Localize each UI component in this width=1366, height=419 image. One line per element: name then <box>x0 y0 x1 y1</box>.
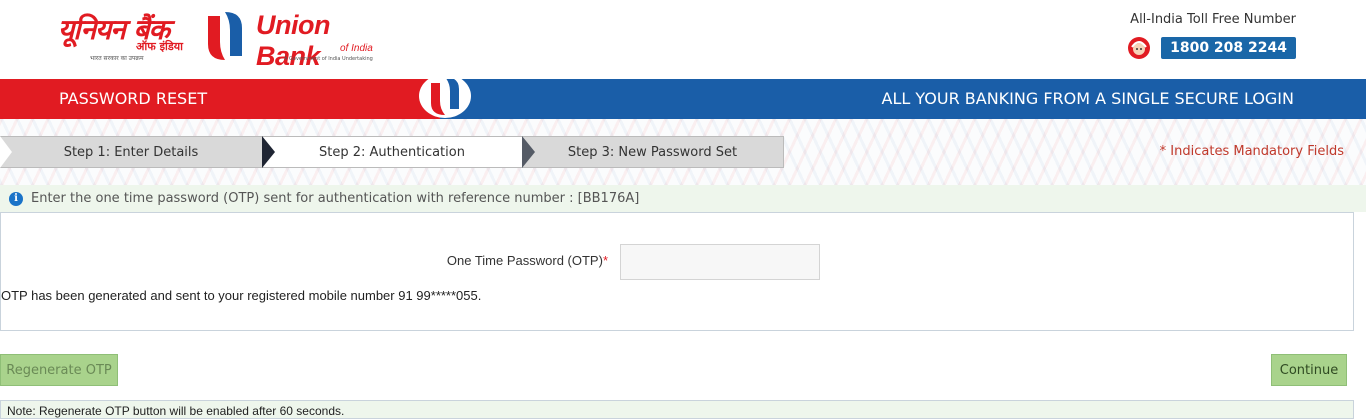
toll-free-number[interactable]: 1800 208 2244 <box>1161 37 1296 59</box>
page-title: PASSWORD RESET <box>59 89 208 108</box>
step-label: Step 1: Enter Details <box>63 144 199 160</box>
logo-english-sub: of India <box>340 43 373 54</box>
mandatory-fields-note: * Indicates Mandatory Fields <box>1159 144 1344 159</box>
otp-sent-message: OTP has been generated and sent to your … <box>1 288 482 303</box>
step-label: Step 2: Authentication <box>319 144 465 160</box>
page-banner: PASSWORD RESET ALL YOUR BANKING FROM A S… <box>0 79 1366 119</box>
required-marker: * <box>602 253 608 268</box>
banner-logo-icon <box>419 79 471 118</box>
otp-label: One Time Password (OTP)* <box>446 253 608 268</box>
logo-hindi-sub: ऑफ इंडिया <box>136 40 183 53</box>
step-authentication: Step 2: Authentication <box>262 136 522 168</box>
step-new-password-set: Step 3: New Password Set <box>522 136 784 168</box>
logo-english-tagline: A Government of India Undertaking <box>284 56 373 62</box>
banner-tagline: ALL YOUR BANKING FROM A SINGLE SECURE LO… <box>881 89 1295 108</box>
otp-input[interactable] <box>620 244 820 280</box>
step-arrow-icon <box>0 136 12 168</box>
bank-logo[interactable]: यूनियन बैंक ऑफ इंडिया भारत सरकार का उपक्… <box>56 6 396 71</box>
toll-free-label: All-India Toll Free Number <box>1130 12 1296 27</box>
step-arrow-icon <box>262 136 275 168</box>
info-text: Enter the one time password (OTP) sent f… <box>31 191 640 206</box>
step-enter-details: Step 1: Enter Details <box>0 136 262 168</box>
regenerate-otp-button[interactable]: Regenerate OTP <box>0 354 118 386</box>
continue-button[interactable]: Continue <box>1271 354 1347 386</box>
regenerate-note: Note: Regenerate OTP button will be enab… <box>0 400 1354 419</box>
logo-english-name: Union Bank <box>256 10 330 71</box>
step-arrow-icon <box>522 136 535 168</box>
logo-hindi-tagline: भारत सरकार का उपक्रम <box>90 55 144 62</box>
customer-care-icon <box>1128 37 1151 59</box>
toll-free-block: All-India Toll Free Number 1800 208 2244 <box>1096 12 1296 60</box>
info-icon: i <box>9 191 23 206</box>
info-message: i Enter the one time password (OTP) sent… <box>0 185 1366 212</box>
otp-form-panel: One Time Password (OTP)* OTP has been ge… <box>0 212 1354 331</box>
header: यूनियन बैंक ऑफ इंडिया भारत सरकार का उपक्… <box>0 0 1366 79</box>
union-bank-logo-icon <box>208 12 242 60</box>
step-label: Step 3: New Password Set <box>567 144 738 160</box>
